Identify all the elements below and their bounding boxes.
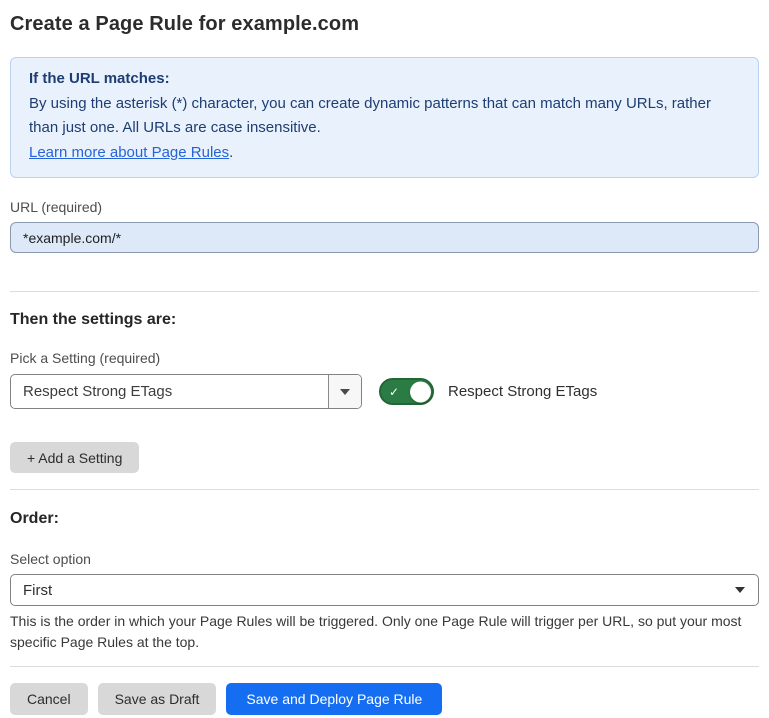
page-rule-form: Create a Page Rule for example.com If th… bbox=[0, 0, 769, 715]
section-divider bbox=[10, 291, 759, 292]
url-match-info-box: If the URL matches: By using the asteris… bbox=[10, 57, 759, 178]
cancel-button[interactable]: Cancel bbox=[10, 683, 88, 715]
setting-select-value: Respect Strong ETags bbox=[11, 375, 328, 408]
url-field-label: URL (required) bbox=[10, 199, 759, 215]
order-select-label: Select option bbox=[10, 551, 759, 567]
setting-select-arrow-button[interactable] bbox=[328, 375, 361, 408]
save-and-deploy-button[interactable]: Save and Deploy Page Rule bbox=[226, 683, 442, 715]
info-box-body: By using the asterisk (*) character, you… bbox=[29, 92, 740, 141]
info-box-link-line: Learn more about Page Rules. bbox=[29, 141, 740, 166]
check-icon: ✓ bbox=[389, 385, 399, 397]
footer-actions: Cancel Save as Draft Save and Deploy Pag… bbox=[10, 683, 759, 715]
order-select[interactable]: First bbox=[10, 574, 759, 606]
setting-row: Respect Strong ETags ✓ Respect Strong ET… bbox=[10, 374, 759, 409]
section-divider bbox=[10, 489, 759, 490]
respect-strong-etags-toggle[interactable]: ✓ bbox=[379, 378, 434, 405]
add-setting-button[interactable]: + Add a Setting bbox=[10, 442, 139, 473]
chevron-down-icon bbox=[735, 587, 745, 593]
footer-divider bbox=[10, 666, 759, 667]
page-title: Create a Page Rule for example.com bbox=[10, 12, 759, 36]
url-input[interactable] bbox=[10, 222, 759, 253]
order-help-text: This is the order in which your Page Rul… bbox=[10, 611, 759, 653]
toggle-knob bbox=[410, 381, 431, 402]
setting-select[interactable]: Respect Strong ETags bbox=[10, 374, 362, 409]
order-select-value: First bbox=[23, 582, 52, 599]
settings-section-heading: Then the settings are: bbox=[10, 311, 759, 329]
save-as-draft-button[interactable]: Save as Draft bbox=[98, 683, 217, 715]
chevron-down-icon bbox=[340, 389, 350, 395]
learn-more-link[interactable]: Learn more about Page Rules bbox=[29, 144, 229, 161]
order-section-heading: Order: bbox=[10, 510, 759, 528]
toggle-label: Respect Strong ETags bbox=[448, 383, 597, 400]
setting-picker-label: Pick a Setting (required) bbox=[10, 350, 759, 366]
link-suffix: . bbox=[229, 144, 233, 161]
info-box-heading: If the URL matches: bbox=[29, 67, 740, 92]
